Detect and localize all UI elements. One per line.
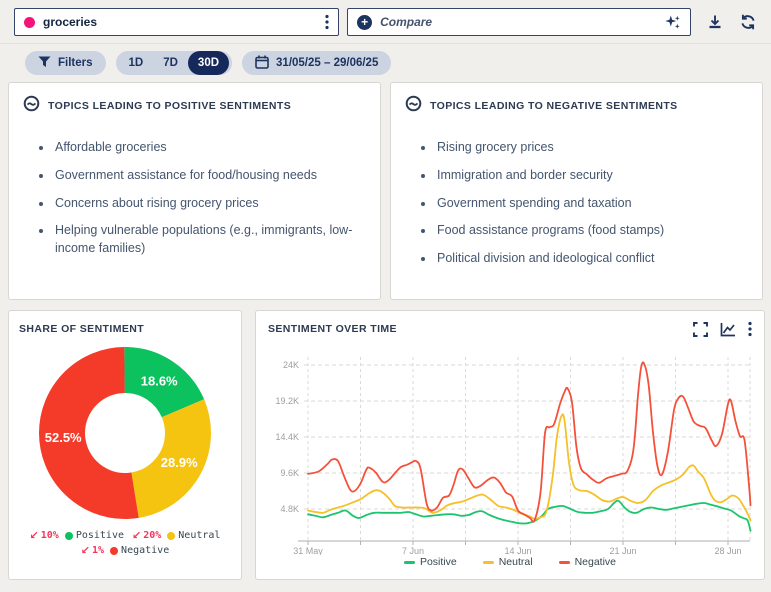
download-icon[interactable] bbox=[706, 13, 724, 31]
positive-topics-card: TOPICS LEADING TO POSITIVE SENTIMENTS Af… bbox=[8, 82, 381, 300]
y-axis-label: 9.6K bbox=[280, 468, 299, 478]
topics-row: TOPICS LEADING TO POSITIVE SENTIMENTS Af… bbox=[8, 82, 763, 300]
trend-down-arrow-icon: ↙ bbox=[132, 529, 142, 542]
y-axis-label: 19.2K bbox=[275, 396, 299, 406]
share-of-sentiment-card: SHARE OF SENTIMENT 18.6% 28.9% 52.5% ↙ 10% P… bbox=[8, 310, 242, 580]
filters-button[interactable]: Filters bbox=[25, 51, 106, 75]
share-of-sentiment-donut[interactable]: 18.6% 28.9% 52.5% bbox=[31, 339, 219, 527]
y-axis-label: 4.8K bbox=[280, 504, 299, 514]
sentiment-line-chart[interactable]: 4.8K 9.6K 14.4K 19.2K 24K 31 May 7 Jun 14 Jun 21… bbox=[268, 341, 752, 555]
chart-menu-kebab-icon[interactable] bbox=[748, 321, 752, 337]
topics-cloud-icon bbox=[405, 95, 422, 117]
line-legend-item-neutral[interactable]: Neutral bbox=[482, 556, 533, 568]
topic-item: Government spending and taxation bbox=[435, 195, 748, 213]
fullscreen-icon[interactable] bbox=[693, 321, 708, 337]
donut-legend-item-neutral[interactable]: ↙ 20% Neutral bbox=[132, 529, 220, 542]
range-7d[interactable]: 7D bbox=[153, 51, 188, 75]
toolbar: groceries Compare bbox=[0, 0, 771, 44]
sentiment-over-time-title: SENTIMENT OVER TIME bbox=[268, 323, 397, 335]
legend-label: Positive bbox=[75, 530, 124, 541]
positive-topics-title: TOPICS LEADING TO POSITIVE SENTIMENTS bbox=[48, 100, 292, 112]
series-line-neutral[interactable] bbox=[307, 413, 752, 522]
date-range-button[interactable]: 31/05/25 – 29/06/25 bbox=[242, 51, 392, 75]
donut-slice-label: 18.6% bbox=[141, 373, 178, 388]
chart-toolbar bbox=[693, 321, 752, 337]
compare-placeholder: Compare bbox=[380, 15, 433, 29]
query-menu-kebab-icon[interactable] bbox=[325, 14, 329, 30]
y-axis-label: 24K bbox=[283, 360, 299, 370]
filters-label: Filters bbox=[58, 57, 93, 69]
x-axis-label: 21 Jun bbox=[609, 546, 636, 555]
negative-topics-title: TOPICS LEADING TO NEGATIVE SENTIMENTS bbox=[430, 100, 678, 112]
trend-down-arrow-icon: ↙ bbox=[29, 529, 39, 542]
donut-slice-label: 28.9% bbox=[161, 455, 198, 470]
negative-topics-list: Rising grocery prices Immigration and bor… bbox=[405, 139, 748, 268]
chart-type-icon[interactable] bbox=[720, 322, 736, 337]
dashboard: groceries Compare Filters 1D7D30D bbox=[0, 0, 771, 592]
range-1d[interactable]: 1D bbox=[119, 51, 154, 75]
share-of-sentiment-title: SHARE OF SENTIMENT bbox=[19, 323, 145, 335]
legend-label: Positive bbox=[419, 556, 457, 568]
legend-label: Negative bbox=[574, 556, 617, 568]
compare-input[interactable]: Compare bbox=[347, 8, 691, 36]
topic-item: Food assistance programs (food stamps) bbox=[435, 222, 748, 240]
sparkles-ai-icon[interactable] bbox=[664, 14, 681, 31]
legend-dot bbox=[64, 531, 73, 540]
donut-legend-item-negative[interactable]: ↙ 1% Negative bbox=[81, 544, 169, 557]
negative-topics-card: TOPICS LEADING TO NEGATIVE SENTIMENTS Ri… bbox=[390, 82, 763, 300]
donut-slice-label: 52.5% bbox=[45, 430, 82, 445]
change-percent: 20% bbox=[143, 530, 162, 541]
legend-swatch bbox=[403, 560, 415, 564]
date-range-label: 31/05/25 – 29/06/25 bbox=[276, 57, 379, 69]
charts-row: SHARE OF SENTIMENT 18.6% 28.9% 52.5% ↙ 10% P… bbox=[8, 310, 765, 580]
trend-down-arrow-icon: ↙ bbox=[80, 544, 90, 557]
share-of-sentiment-header: SHARE OF SENTIMENT bbox=[19, 323, 231, 335]
topic-item: Affordable groceries bbox=[53, 139, 366, 157]
x-axis-label: 14 Jun bbox=[504, 546, 531, 555]
line-legend-item-positive[interactable]: Positive bbox=[403, 556, 457, 568]
topics-cloud-icon bbox=[23, 95, 40, 117]
topic-item: Helping vulnerable populations (e.g., im… bbox=[53, 222, 366, 258]
topic-item: Government assistance for food/housing n… bbox=[53, 167, 366, 185]
line-chart-legend: Positive Neutral Negative bbox=[268, 556, 752, 568]
legend-swatch bbox=[558, 560, 570, 564]
series-line-negative[interactable] bbox=[307, 361, 752, 523]
legend-label: Neutral bbox=[498, 556, 533, 568]
range-30d[interactable]: 30D bbox=[187, 51, 230, 75]
donut-legend: ↙ 10% Positive ↙ 20% Neutral ↙ 1% Negative bbox=[19, 529, 231, 557]
query-input[interactable]: groceries bbox=[14, 8, 340, 36]
x-axis-label: 28 Jun bbox=[714, 546, 741, 555]
topic-item: Concerns about rising grocery prices bbox=[53, 195, 366, 213]
topic-item: Rising grocery prices bbox=[435, 139, 748, 157]
change-percent: 1% bbox=[92, 545, 105, 556]
donut-legend-item-positive[interactable]: ↙ 10% Positive bbox=[30, 529, 124, 542]
legend-label: Negative bbox=[121, 545, 170, 556]
x-axis-label: 31 May bbox=[293, 546, 323, 555]
legend-label: Neutral bbox=[178, 530, 221, 541]
calendar-icon bbox=[255, 55, 269, 72]
y-axis-label: 14.4K bbox=[275, 432, 299, 442]
x-axis-label: 7 Jun bbox=[402, 546, 424, 555]
positive-topics-header: TOPICS LEADING TO POSITIVE SENTIMENTS bbox=[23, 95, 366, 117]
sentiment-over-time-card: SENTIMENT OVER TIME 4.8K 9.6K 14.4K 19.2K 24… bbox=[255, 310, 765, 580]
filters-row: Filters 1D 7D 30D 31/05/25 – 29/06/25 bbox=[0, 44, 771, 82]
line-legend-item-negative[interactable]: Negative bbox=[558, 556, 617, 568]
add-comparison-icon[interactable] bbox=[357, 14, 373, 30]
legend-dot bbox=[110, 546, 119, 555]
refresh-icon[interactable] bbox=[739, 13, 757, 31]
topic-item: Political division and ideological confl… bbox=[435, 250, 748, 268]
query-color-dot bbox=[24, 16, 35, 28]
funnel-icon bbox=[38, 56, 51, 71]
sentiment-over-time-header: SENTIMENT OVER TIME bbox=[268, 321, 752, 337]
positive-topics-list: Affordable groceries Government assistanc… bbox=[23, 139, 366, 258]
query-text: groceries bbox=[43, 15, 98, 29]
negative-topics-header: TOPICS LEADING TO NEGATIVE SENTIMENTS bbox=[405, 95, 748, 117]
legend-dot bbox=[167, 531, 176, 540]
range-toggle: 1D 7D 30D bbox=[115, 51, 233, 75]
topic-item: Immigration and border security bbox=[435, 167, 748, 185]
legend-swatch bbox=[482, 560, 494, 564]
change-percent: 10% bbox=[40, 530, 59, 541]
